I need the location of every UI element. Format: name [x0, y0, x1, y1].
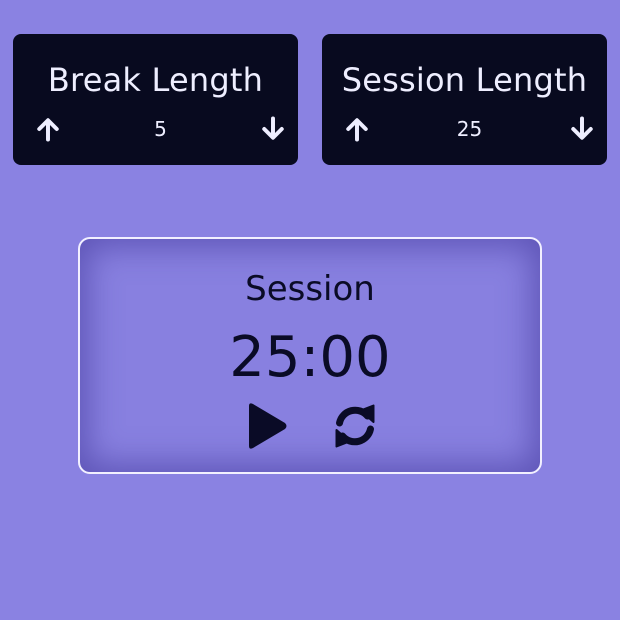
break-length-controls: 5 — [33, 114, 288, 144]
break-length-control: Break Length 5 — [13, 34, 298, 165]
time-left: 25:00 — [229, 325, 391, 390]
reset-button[interactable] — [329, 401, 381, 451]
session-length-value: 25 — [456, 117, 483, 141]
arrow-up-icon — [346, 118, 368, 142]
timer-label: Session — [245, 269, 375, 309]
session-length-control: Session Length 25 — [322, 34, 607, 165]
arrow-down-icon — [571, 116, 593, 140]
arrow-up-icon — [37, 118, 59, 142]
break-decrement-button[interactable] — [258, 114, 288, 144]
start-stop-button[interactable] — [240, 401, 292, 451]
session-increment-button[interactable] — [342, 114, 372, 144]
break-length-title: Break Length — [47, 61, 264, 99]
break-increment-button[interactable] — [33, 114, 63, 144]
break-length-value: 5 — [154, 117, 167, 141]
arrow-down-icon — [262, 116, 284, 140]
refresh-icon — [335, 404, 375, 448]
timer-display: Session 25:00 — [78, 237, 542, 474]
play-icon — [249, 403, 287, 449]
session-decrement-button[interactable] — [567, 114, 597, 144]
session-length-title: Session Length — [341, 61, 588, 99]
session-length-controls: 25 — [342, 114, 597, 144]
